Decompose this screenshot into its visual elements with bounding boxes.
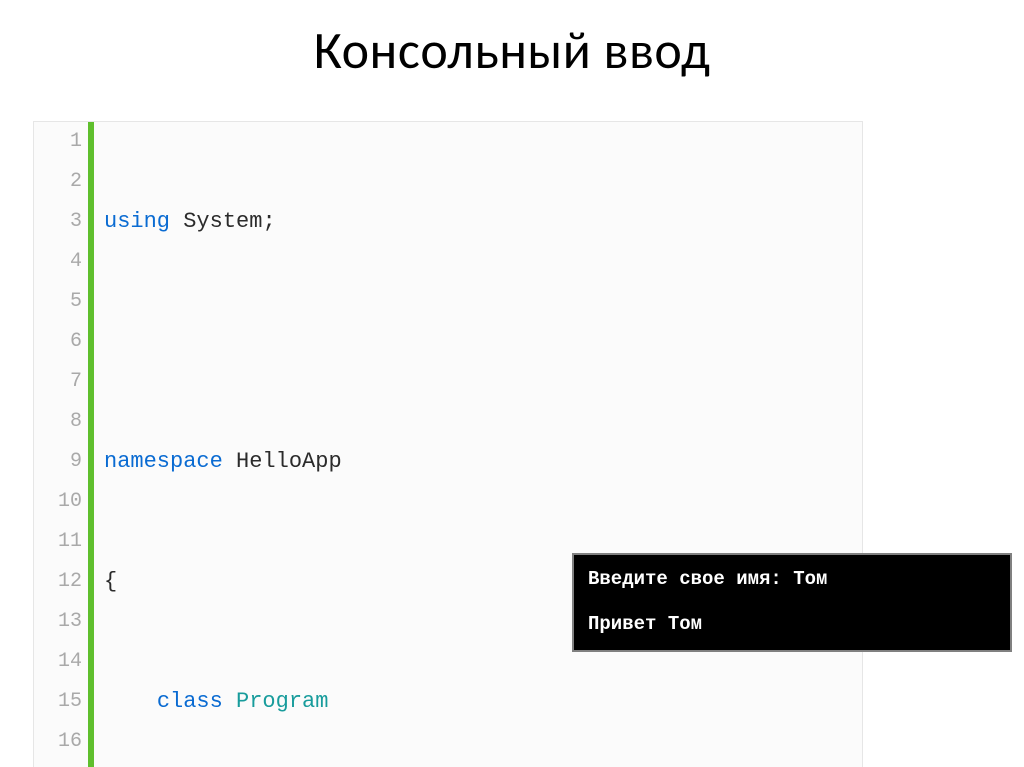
line-number-gutter: 1 2 3 4 5 6 7 8 9 10 11 12 13 14 15 16: [34, 122, 88, 767]
line-number: 6: [34, 322, 82, 362]
line-number: 10: [34, 482, 82, 522]
line-number: 13: [34, 602, 82, 642]
line-number: 5: [34, 282, 82, 322]
code-line: using System;: [104, 202, 862, 242]
line-number: 14: [34, 642, 82, 682]
code-content: using System; namespace HelloApp { class…: [94, 122, 862, 767]
keyword-using: using: [104, 209, 170, 234]
line-number: 11: [34, 522, 82, 562]
identifier: HelloApp: [236, 449, 342, 474]
code-line: namespace HelloApp: [104, 442, 862, 482]
keyword-namespace: namespace: [104, 449, 223, 474]
line-number: 15: [34, 682, 82, 722]
keyword-class: class: [157, 689, 223, 714]
console-line: Привет Том: [588, 610, 996, 639]
code-line: [104, 322, 862, 362]
punct: ;: [262, 209, 275, 234]
type-name: Program: [236, 689, 328, 714]
slide-title: Консольный ввод: [0, 18, 1024, 82]
line-number: 7: [34, 362, 82, 402]
code-line: class Program: [104, 682, 862, 722]
line-number: 3: [34, 202, 82, 242]
line-number: 1: [34, 122, 82, 162]
identifier: System: [183, 209, 262, 234]
line-number: 2: [34, 162, 82, 202]
line-number: 12: [34, 562, 82, 602]
line-number: 8: [34, 402, 82, 442]
console-line: Введите свое имя: Том: [588, 565, 996, 594]
line-number: 4: [34, 242, 82, 282]
line-number: 9: [34, 442, 82, 482]
line-number: 16: [34, 722, 82, 762]
code-editor: 1 2 3 4 5 6 7 8 9 10 11 12 13 14 15 16 u…: [33, 121, 863, 767]
console-output-window: Введите свое имя: Том Привет Том: [572, 553, 1012, 652]
brace-open: {: [104, 569, 117, 594]
